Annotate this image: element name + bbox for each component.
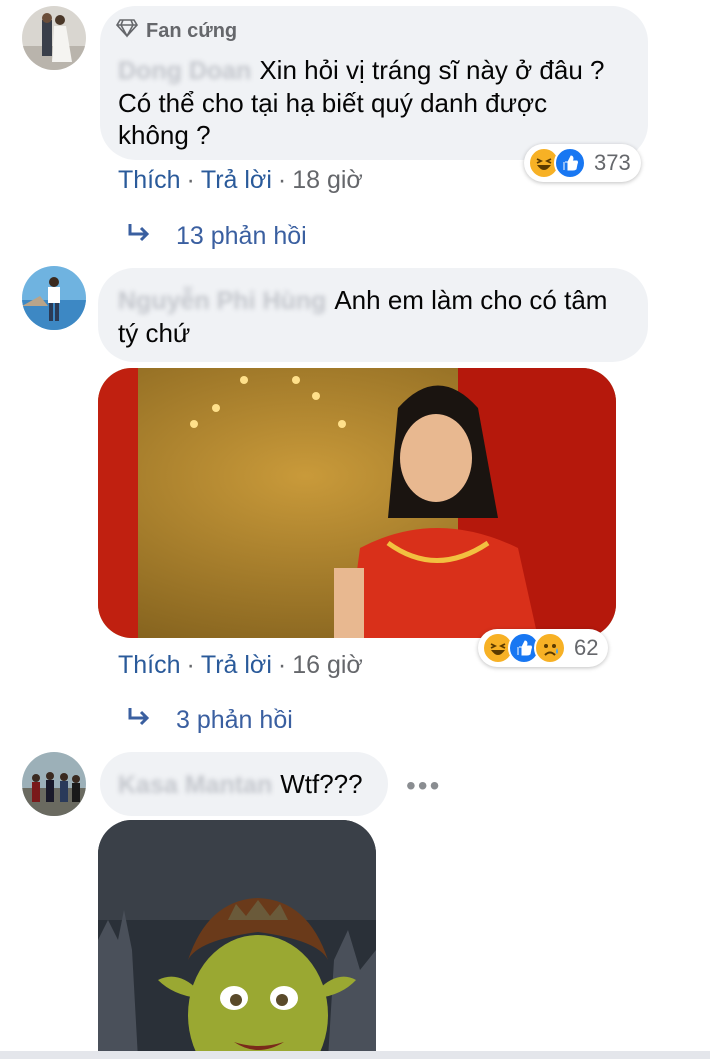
comment-bubble: Nguyễn Phi Hùng Anh em làm cho có tâm tý… bbox=[98, 268, 648, 362]
timestamp[interactable]: 16 giờ bbox=[292, 651, 363, 680]
comment-text: Xin hỏi vị tráng sĩ này ở đâu ? bbox=[259, 55, 605, 85]
diamond-icon bbox=[116, 18, 138, 44]
reply-arrow-icon bbox=[126, 706, 156, 735]
author-name[interactable]: Dong Doan bbox=[118, 55, 251, 87]
avatar[interactable] bbox=[22, 266, 86, 330]
reply-link[interactable]: Trả lời bbox=[201, 166, 272, 195]
comment-photo[interactable] bbox=[98, 820, 376, 1059]
comment-actions: Thích · Trả lời · 18 giờ bbox=[118, 166, 363, 195]
bottom-divider bbox=[0, 1051, 710, 1059]
replies-count-label: 3 phản hồi bbox=[176, 706, 293, 734]
separator: · bbox=[186, 166, 195, 194]
comment-text: Wtf??? bbox=[280, 769, 363, 799]
avatar[interactable] bbox=[22, 752, 86, 816]
like-link[interactable]: Thích bbox=[118, 651, 181, 680]
like-icon bbox=[554, 147, 586, 179]
comment-text: tý chứ bbox=[118, 318, 191, 348]
separator: · bbox=[277, 651, 287, 679]
badge-label: Fan cứng bbox=[146, 19, 238, 42]
timestamp[interactable]: 18 giờ bbox=[292, 166, 363, 195]
like-link[interactable]: Thích bbox=[118, 166, 181, 195]
comment-text: Có thể cho tại hạ biết quý danh được bbox=[118, 88, 548, 118]
comment-text: Anh em làm cho có tâm bbox=[334, 285, 608, 315]
separator: · bbox=[186, 651, 195, 679]
replies-count-label: 13 phản hồi bbox=[176, 222, 307, 250]
comment-actions: Thích · Trả lời · 16 giờ bbox=[118, 651, 363, 680]
view-replies-link[interactable]: 13 phản hồi bbox=[126, 222, 307, 251]
more-options-icon[interactable]: ••• bbox=[406, 770, 441, 802]
reaction-summary[interactable]: 62 bbox=[478, 629, 609, 667]
comment-bubble: Fan cứng Dong Doan Xin hỏi vị tráng sĩ n… bbox=[100, 6, 648, 160]
comment-photo[interactable] bbox=[98, 368, 616, 638]
author-name[interactable]: Nguyễn Phi Hùng bbox=[118, 285, 326, 317]
reply-link[interactable]: Trả lời bbox=[201, 651, 272, 680]
separator: · bbox=[277, 166, 287, 194]
view-replies-link[interactable]: 3 phản hồi bbox=[126, 706, 293, 735]
reaction-summary[interactable]: 373 bbox=[524, 144, 641, 182]
avatar[interactable] bbox=[22, 6, 86, 70]
reaction-count: 62 bbox=[574, 635, 599, 660]
reply-arrow-icon bbox=[126, 222, 156, 251]
reaction-count: 373 bbox=[594, 150, 631, 175]
comment-bubble: Kasa Mantan Wtf??? bbox=[100, 752, 388, 816]
author-name[interactable]: Kasa Mantan bbox=[118, 769, 272, 801]
fan-badge: Fan cứng bbox=[116, 18, 237, 44]
sad-icon bbox=[534, 632, 566, 664]
